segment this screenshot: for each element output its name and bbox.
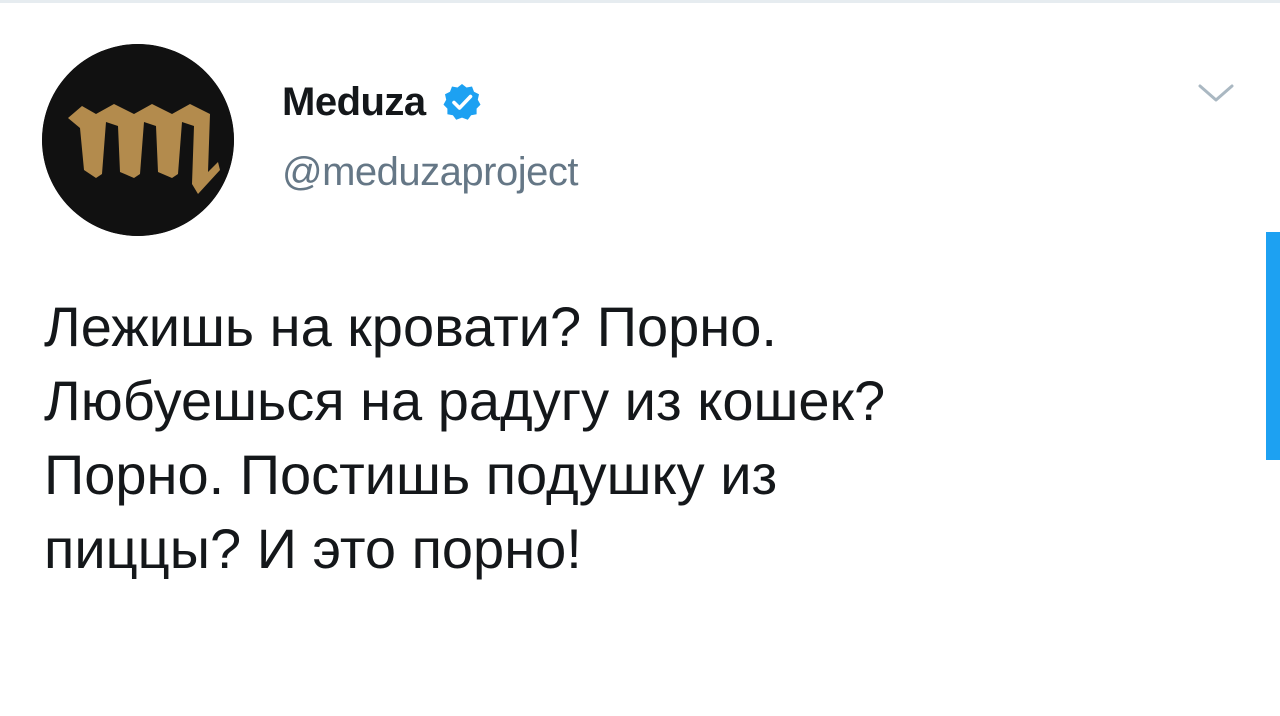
chevron-down-icon[interactable] <box>1196 78 1236 108</box>
scroll-indicator[interactable] <box>1266 232 1280 460</box>
author-name-row: Meduza <box>282 74 482 130</box>
meduza-logo-icon <box>42 44 234 236</box>
tweet-text-line: Лежишь на кровати? Порно. <box>44 295 777 358</box>
author-handle[interactable]: @meduzaproject <box>282 150 578 195</box>
tweet-text-line: Любуешься на радугу из кошек? <box>44 369 886 432</box>
verified-badge-icon <box>442 82 482 122</box>
tweet-text-line: пиццы? И это порно! <box>44 517 582 580</box>
tweet-text-line: Порно. Постишь подушку из <box>44 443 778 506</box>
avatar[interactable] <box>42 44 234 236</box>
tweet-card: Meduza @meduzaproject Лежишь на кровати?… <box>0 0 1280 716</box>
tweet-text: Лежишь на кровати? Порно. Любуешься на р… <box>44 290 1244 586</box>
author-display-name[interactable]: Meduza <box>282 80 426 125</box>
